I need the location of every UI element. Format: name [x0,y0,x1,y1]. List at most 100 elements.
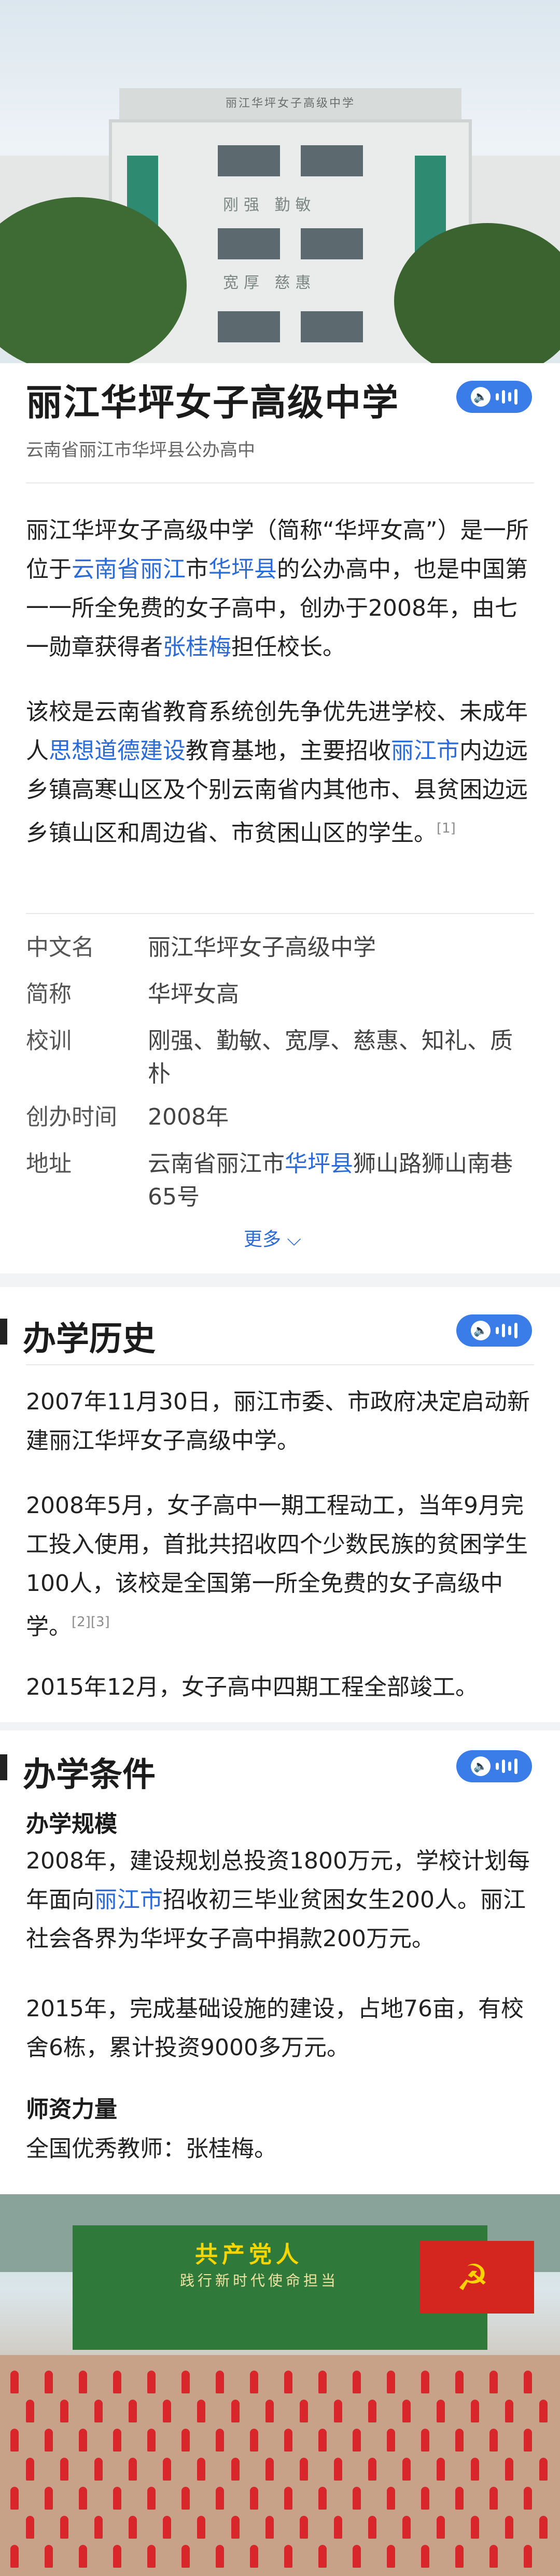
divider [26,482,534,483]
student-figure [421,2371,429,2393]
section-history-header: 办学历史 🔈 [0,1307,560,1359]
reference-link[interactable]: [2][3] [72,1614,110,1630]
link-lijiang-city[interactable]: 丽江市 [94,1887,163,1913]
student-figure [455,2545,464,2568]
section-marker [0,1319,7,1345]
student-figure [45,2487,53,2510]
student-figure [387,2429,395,2452]
assembly-photo: 共产党人 践行新时代使命担当 ☭ [0,2194,560,2576]
history-paragraph-2: 2008年5月，女子高中一期工程动工，当年9月完工投入使用，首批共招收四个少数民… [26,1486,539,1646]
student-figure [284,2545,292,2568]
info-row: 校训 刚强、勤敏、宽厚、慈惠、知礼、质朴 [26,1024,539,1091]
student-figure [26,2516,34,2539]
student-figure [181,2429,190,2452]
section-gap [0,1722,560,1730]
student-figure [94,2458,103,2481]
text: 教育基地，主要招收 [186,738,391,764]
student-figure [539,2400,548,2422]
text: 担任校长。 [231,634,345,660]
student-figure [455,2487,464,2510]
student-figure [387,2487,395,2510]
hero-photo: 丽江华坪女子高级中学 刚强 勤敏 宽厚 慈惠 [0,0,560,363]
student-figure [216,2487,224,2510]
link-huaping[interactable]: 华坪县 [208,556,277,583]
student-figure [437,2516,445,2539]
student-figure [10,2545,19,2568]
reference-link[interactable]: [1] [437,821,456,836]
student-figure [147,2371,156,2393]
subsection-teachers-title: 师资力量 [26,2096,117,2123]
student-figure [505,2400,513,2422]
student-figure [300,2516,308,2539]
student-figure [318,2371,327,2393]
info-value: 华坪女高 [148,981,239,1007]
audio-play-button[interactable]: 🔈 [456,1750,532,1782]
student-figure [489,2429,498,2452]
info-value: 丽江华坪女子高级中学 [148,934,376,961]
student-figure [265,2516,274,2539]
student-figure [539,2516,548,2539]
student-figure [181,2487,190,2510]
student-figure [250,2429,258,2452]
audio-play-button[interactable]: 🔈 [456,381,532,413]
student-figure [60,2516,68,2539]
student-figure [421,2429,429,2452]
student-figure [334,2516,342,2539]
student-figure [300,2400,308,2422]
student-figure [45,2429,53,2452]
student-figure [197,2400,205,2422]
link-moral-education[interactable]: 思想道德建设 [49,738,186,764]
student-figure [421,2487,429,2510]
student-figure [129,2400,137,2422]
info-value: 2008年 [148,1104,229,1130]
student-figure [300,2458,308,2481]
info-row: 简称 华坪女高 [26,978,539,1011]
speaker-icon: 🔈 [471,1321,491,1340]
student-figure [129,2516,137,2539]
section-conditions-header: 办学条件 🔈 [0,1743,560,1794]
student-figure [250,2487,258,2510]
link-yunnan[interactable]: 云南省 [72,556,140,583]
student-figure [387,2545,395,2568]
student-figure [284,2429,292,2452]
stage-banner-text: 共产党人 [195,2241,303,2268]
intro-paragraph-2: 该校是云南省教育系统创先争优先进学校、未成年人思想道德建设教育基地，主要招收丽江… [26,693,539,853]
student-figure [318,2429,327,2452]
student-figure [353,2487,361,2510]
student-figure [489,2487,498,2510]
building-motto-1: 刚强 勤敏 [223,196,316,214]
student-figure [455,2429,464,2452]
student-figure [524,2545,532,2568]
audio-play-button[interactable]: 🔈 [456,1314,532,1347]
window [301,311,363,342]
page-subtitle: 云南省丽江市华坪县公办高中 [26,440,255,461]
building-motto-2: 宽厚 慈惠 [223,274,316,292]
info-value: 云南省丽江市华坪县狮山路狮山南巷65号 [148,1147,521,1214]
student-figure [421,2545,429,2568]
info-row: 中文名 丽江华坪女子高级中学 [26,931,539,964]
student-figure [489,2545,498,2568]
student-figure [197,2516,205,2539]
link-zhang-guimei[interactable]: 张桂梅 [163,634,231,660]
link-lijiang-city[interactable]: 丽江市 [391,738,459,764]
student-figure [94,2400,103,2422]
student-figure [505,2458,513,2481]
more-button[interactable]: 更多 ⌵ [244,1224,301,1251]
student-figure [147,2487,156,2510]
student-figure [10,2429,19,2452]
student-figure [216,2545,224,2568]
student-figure [284,2487,292,2510]
info-label: 校训 [26,1028,72,1054]
student-figure [26,2458,34,2481]
student-figure [524,2487,532,2510]
history-paragraph-1: 2007年11月30日，丽江市委、市政府决定启动新建丽江华坪女子高级中学。 [26,1389,530,1454]
student-figure [147,2545,156,2568]
divider [26,913,534,914]
student-figure [113,2545,121,2568]
sound-wave-icon [496,389,517,405]
link-lijiang[interactable]: 丽江 [140,556,186,583]
text: 云南省丽江市 [148,1151,285,1177]
link-huaping[interactable]: 华坪县 [285,1151,353,1177]
student-figure [334,2400,342,2422]
info-label: 简称 [26,981,72,1007]
